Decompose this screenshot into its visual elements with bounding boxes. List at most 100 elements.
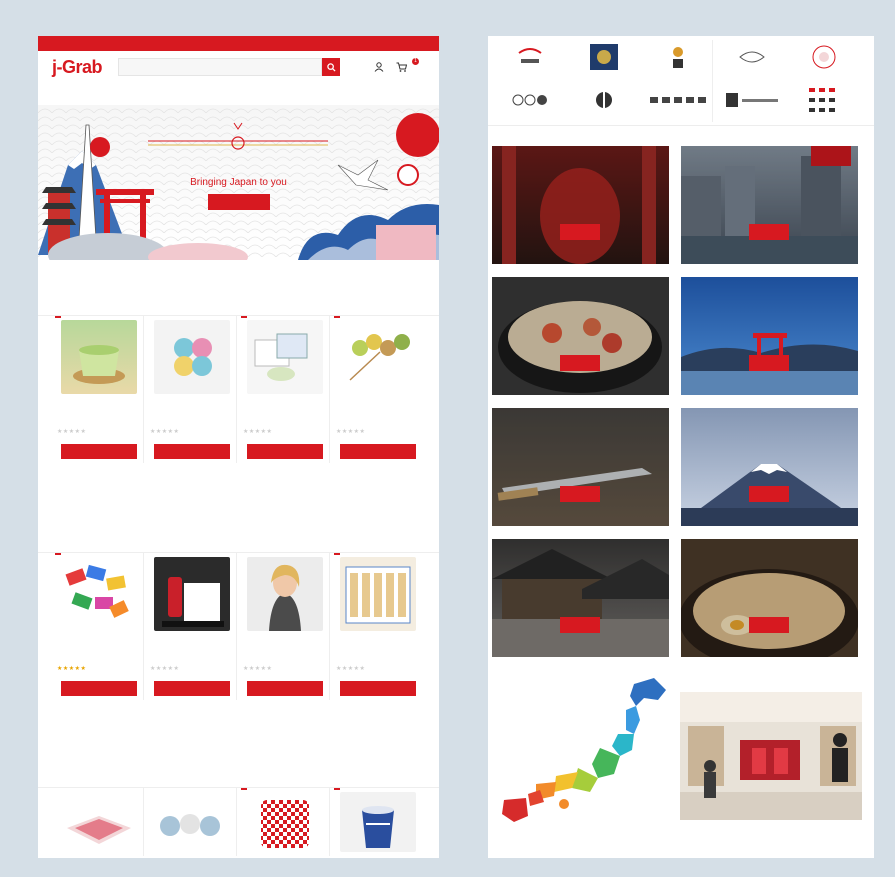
product-price xyxy=(336,418,420,425)
product-card[interactable]: ★★★★★ xyxy=(55,316,144,463)
homepage-screenshot: j-Grab 1 Bringing Japan to you ★★★★★ ★★★… xyxy=(38,36,439,858)
product-image[interactable] xyxy=(247,557,323,631)
product-name[interactable] xyxy=(57,400,141,414)
product-image[interactable] xyxy=(61,320,137,394)
add-to-cart-button[interactable] xyxy=(247,681,323,696)
hero-title: Bringing Japan to you xyxy=(190,177,287,188)
region-shop-button[interactable] xyxy=(749,617,789,633)
region-tile[interactable] xyxy=(681,146,858,264)
add-to-cart-button[interactable] xyxy=(154,444,230,459)
region-photo xyxy=(681,464,858,526)
brand-logo[interactable] xyxy=(804,42,844,72)
product-card[interactable]: ★★★★★ xyxy=(334,553,422,700)
region-shop-button[interactable] xyxy=(560,355,600,371)
add-to-cart-button[interactable] xyxy=(61,681,137,696)
product-card[interactable] xyxy=(148,788,237,856)
region-shop-button[interactable] xyxy=(749,224,789,240)
region-tile[interactable] xyxy=(681,408,858,526)
product-name[interactable] xyxy=(150,400,234,414)
product-price xyxy=(336,655,420,662)
rating-stars: ★★★★★ xyxy=(57,429,87,435)
product-card[interactable] xyxy=(334,788,422,856)
product-card[interactable]: ★★★★★ xyxy=(241,553,330,700)
site-logo[interactable]: j-Grab xyxy=(52,57,110,78)
region-shop-button[interactable] xyxy=(749,486,789,502)
product-image[interactable] xyxy=(61,557,137,631)
region-shop-button[interactable] xyxy=(560,486,600,502)
rating-stars: ★★★★★ xyxy=(243,666,273,672)
add-to-cart-button[interactable] xyxy=(61,444,137,459)
product-price xyxy=(243,418,327,425)
product-image[interactable] xyxy=(154,320,230,394)
sale-badge xyxy=(55,316,61,318)
product-image[interactable] xyxy=(61,792,137,852)
product-card[interactable]: ★★★★★ xyxy=(241,316,330,463)
product-image[interactable] xyxy=(154,792,230,852)
brand-logo[interactable] xyxy=(732,42,772,72)
sale-badge xyxy=(55,553,61,555)
product-name[interactable] xyxy=(336,637,420,651)
region-shop-button[interactable] xyxy=(749,355,789,371)
japan-map xyxy=(502,678,666,822)
sale-badge xyxy=(241,316,247,318)
add-to-cart-button[interactable] xyxy=(340,444,416,459)
product-image[interactable] xyxy=(340,792,416,852)
new-products xyxy=(38,787,439,856)
brand-logo[interactable] xyxy=(502,88,558,112)
add-to-cart-button[interactable] xyxy=(340,681,416,696)
promo-bar xyxy=(38,36,439,51)
region-photo xyxy=(492,146,669,264)
product-name[interactable] xyxy=(243,400,327,414)
sale-badge xyxy=(334,316,340,318)
brand-logo[interactable] xyxy=(502,42,558,72)
featured-section: ★★★★★ ★★★★★ ★★★★★ ★★★★★ xyxy=(38,301,439,463)
brand-logo[interactable] xyxy=(584,42,624,72)
cart-icon[interactable] xyxy=(396,62,407,72)
hero-shop-button[interactable] xyxy=(208,194,270,210)
brand-logo[interactable] xyxy=(658,42,698,72)
product-name[interactable] xyxy=(243,637,327,651)
product-card[interactable]: ★★★★★ xyxy=(148,316,237,463)
search-icon xyxy=(326,62,336,72)
user-icon[interactable] xyxy=(374,62,384,72)
brand-logo[interactable] xyxy=(722,88,782,112)
region-tile[interactable] xyxy=(492,277,669,395)
product-image[interactable] xyxy=(247,320,323,394)
sale-badge xyxy=(334,788,340,790)
region-tile[interactable] xyxy=(681,277,858,395)
region-shop-button[interactable] xyxy=(560,617,600,633)
region-tile[interactable] xyxy=(492,539,669,657)
product-name[interactable] xyxy=(336,400,420,414)
add-to-cart-button[interactable] xyxy=(154,681,230,696)
hero-banner: Bringing Japan to you xyxy=(38,105,439,260)
region-tile[interactable] xyxy=(492,146,669,264)
product-image[interactable] xyxy=(247,792,323,852)
brand-logo[interactable] xyxy=(584,88,624,112)
product-image[interactable] xyxy=(340,320,416,394)
brand-logo[interactable] xyxy=(648,88,708,112)
product-card[interactable]: ★★★★★ xyxy=(55,553,144,700)
region-shop-button[interactable] xyxy=(560,224,600,240)
product-name[interactable] xyxy=(150,637,234,651)
site-header: j-Grab 1 xyxy=(38,51,439,83)
product-card[interactable] xyxy=(55,788,144,856)
product-card[interactable] xyxy=(241,788,330,856)
product-image[interactable] xyxy=(340,557,416,631)
brand-logo[interactable] xyxy=(800,84,850,116)
product-name[interactable] xyxy=(57,637,141,651)
product-price xyxy=(57,418,141,425)
product-image[interactable] xyxy=(154,557,230,631)
product-price xyxy=(150,655,234,662)
rating-stars: ★★★★★ xyxy=(336,666,366,672)
region-tile[interactable] xyxy=(681,539,858,657)
product-card[interactable]: ★★★★★ xyxy=(148,553,237,700)
rating-stars: ★★★★★ xyxy=(243,429,273,435)
rating-stars: ★★★★★ xyxy=(150,429,180,435)
search-input[interactable] xyxy=(118,58,322,76)
brand-logo-strip xyxy=(488,36,874,126)
region-tile[interactable] xyxy=(492,408,669,526)
best-selling-products: ★★★★★ ★★★★★ ★★★★★ ★★★★★ xyxy=(38,552,439,700)
add-to-cart-button[interactable] xyxy=(247,444,323,459)
search-button[interactable] xyxy=(322,58,340,76)
product-card[interactable]: ★★★★★ xyxy=(334,316,422,463)
